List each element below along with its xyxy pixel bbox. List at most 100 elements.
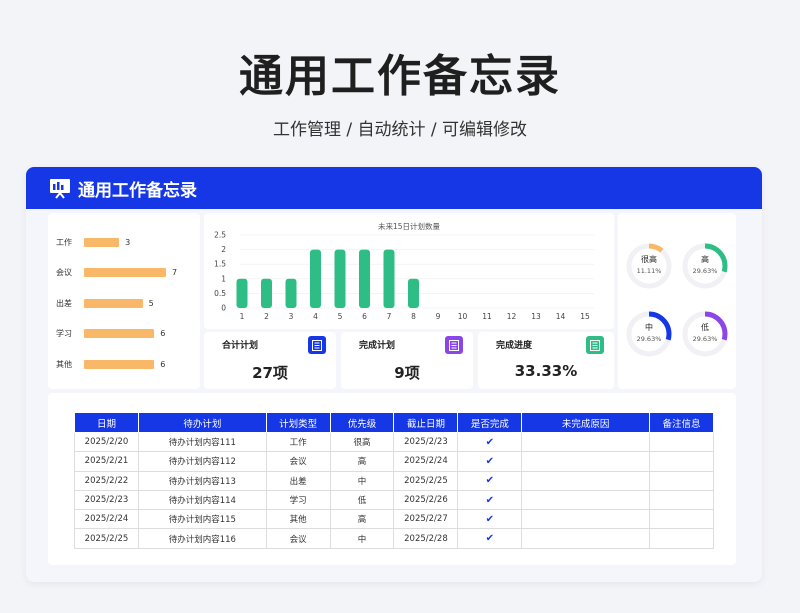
table-cell[interactable]: [649, 431, 714, 453]
completed-check-cell[interactable]: ✔: [457, 509, 523, 530]
column-header[interactable]: 备注信息: [649, 412, 714, 433]
table-cell[interactable]: 会议: [265, 528, 331, 549]
x-tick-label: 10: [458, 312, 468, 321]
column-header[interactable]: 截止日期: [393, 412, 459, 433]
table-cell[interactable]: 2025/2/23: [393, 431, 459, 453]
donut-percent: 29.63%: [692, 335, 718, 343]
column-header[interactable]: 待办计划: [137, 412, 267, 433]
table-cell[interactable]: 2025/2/25: [74, 528, 139, 549]
todo-table-panel: 日期 待办计划 计划类型 优先级 截止日期 是否完成 未完成原因 备注信息 2025/2/20…: [48, 393, 736, 565]
table-cell[interactable]: 待办计划内容112: [137, 451, 267, 472]
donut-label: 中: [645, 323, 653, 332]
memo-card: 通用工作备忘录 工作 3 会议 7 出差 5 学习 6 其他 6 未来15日计划数量 0 0.5 1 1…: [26, 167, 762, 582]
completed-check-cell[interactable]: ✔: [457, 470, 523, 491]
category-bar-row: 其他 6: [56, 359, 165, 369]
column-header[interactable]: 未完成原因: [521, 412, 651, 433]
table-cell[interactable]: 会议: [265, 451, 331, 472]
x-tick-label: 12: [507, 312, 517, 321]
table-cell[interactable]: [521, 509, 651, 530]
table-cell[interactable]: 待办计划内容113: [137, 470, 267, 491]
table-cell[interactable]: [521, 451, 651, 472]
table-cell[interactable]: [521, 431, 651, 453]
table-cell[interactable]: [649, 528, 714, 549]
table-cell[interactable]: 2025/2/23: [74, 489, 139, 511]
table-cell[interactable]: 很高: [329, 431, 395, 453]
table-cell[interactable]: [521, 489, 651, 511]
table-cell[interactable]: [649, 451, 714, 472]
column-header[interactable]: 日期: [74, 412, 139, 433]
column-header[interactable]: 是否完成: [457, 412, 523, 433]
kpi-value: 33.33%: [514, 362, 578, 380]
category-bar-row: 工作 3: [56, 237, 130, 247]
table-cell[interactable]: 待办计划内容115: [137, 509, 267, 530]
table-cell[interactable]: 待办计划内容114: [137, 489, 267, 511]
table-cell[interactable]: 高: [329, 451, 395, 472]
category-bar-label: 工作: [56, 237, 72, 247]
table-cell[interactable]: 其他: [265, 509, 331, 530]
table-row[interactable]: 2025/2/23 待办计划内容114 学习低 2025/2/26 ✔: [74, 489, 714, 511]
table-cell[interactable]: 2025/2/26: [393, 489, 459, 511]
priority-donut-panel: 很高 11.11% 高 29.63% 中 29.63% 低 29.63%: [618, 213, 736, 389]
y-tick-label: 0.5: [214, 289, 226, 298]
table-cell[interactable]: 2025/2/24: [393, 451, 459, 472]
table-cell[interactable]: 低: [329, 489, 395, 511]
table-cell[interactable]: 2025/2/25: [393, 470, 459, 491]
table-row[interactable]: 2025/2/22 待办计划内容113 出差中 2025/2/25 ✔: [74, 470, 714, 491]
table-cell[interactable]: 2025/2/20: [74, 431, 139, 453]
table-cell[interactable]: 2025/2/27: [393, 509, 459, 530]
table-cell[interactable]: 2025/2/28: [393, 528, 459, 549]
kpi-value: 27项: [252, 364, 288, 382]
table-row[interactable]: 2025/2/24 待办计划内容115 其他高 2025/2/27 ✔: [74, 509, 714, 530]
table-cell[interactable]: [521, 528, 651, 549]
table-row[interactable]: 2025/2/25 待办计划内容116 会议中 2025/2/28 ✔: [74, 528, 714, 549]
category-bar: [84, 329, 155, 338]
column-header[interactable]: 优先级: [329, 412, 395, 433]
completed-check-cell[interactable]: ✔: [457, 528, 523, 549]
forecast-chart-panel: 未来15日计划数量 0 0.5 1 1.5 2 2.5 1 2 3 4 5 6 7 8 9 10 11 12 13 1…: [204, 213, 614, 329]
donut-label: 很高: [641, 255, 657, 264]
table-cell[interactable]: [649, 470, 714, 491]
x-tick-label: 13: [531, 312, 541, 321]
page-title: 通用工作备忘录: [239, 51, 561, 102]
column-header[interactable]: 计划类型: [265, 412, 331, 433]
table-row[interactable]: 2025/2/20 待办计划内容111 工作 很高 2025/2/23 ✔: [74, 431, 714, 453]
table-cell[interactable]: 中: [329, 470, 395, 491]
table-cell[interactable]: 待办计划内容111: [137, 431, 267, 453]
table-header-row: 日期 待办计划 计划类型 优先级 截止日期 是否完成 未完成原因 备注信息: [74, 412, 714, 433]
table-cell[interactable]: 2025/2/21: [74, 451, 139, 472]
y-tick-label: 1.5: [214, 260, 226, 269]
todo-table: 日期 待办计划 计划类型 优先级 截止日期 是否完成 未完成原因 备注信息 2025/2/20…: [74, 412, 714, 549]
chart-bar: [383, 249, 395, 308]
completed-check-cell[interactable]: ✔: [457, 451, 523, 472]
completed-check-cell[interactable]: ✔: [457, 431, 523, 453]
category-bar-value: 7: [172, 268, 178, 277]
category-bar-value: 6: [160, 329, 166, 338]
table-cell[interactable]: [649, 489, 714, 511]
table-cell[interactable]: 高: [329, 509, 395, 530]
category-bar-row: 会议 7: [56, 268, 177, 278]
x-tick-label: 3: [289, 312, 294, 321]
checkmark-icon: ✔: [485, 436, 495, 448]
table-cell[interactable]: 出差: [265, 470, 331, 491]
table-cell[interactable]: 工作: [265, 431, 331, 453]
completed-check-cell[interactable]: ✔: [457, 489, 523, 511]
donut-label: 低: [701, 323, 709, 332]
kpi-label: 完成计划: [359, 341, 396, 351]
y-tick-label: 2.5: [214, 231, 226, 240]
chart-bar: [310, 249, 321, 308]
kpi-label: 完成进度: [496, 341, 533, 351]
table-cell[interactable]: [649, 509, 714, 530]
chart-bar: [236, 278, 248, 308]
checkmark-icon: ✔: [485, 533, 495, 545]
table-cell[interactable]: 中: [329, 528, 395, 549]
table-cell[interactable]: 2025/2/24: [74, 509, 139, 530]
table-cell[interactable]: 2025/2/22: [74, 470, 139, 491]
table-row[interactable]: 2025/2/21 待办计划内容112 会议高 2025/2/24 ✔: [74, 451, 714, 472]
donut-label: 高: [701, 255, 709, 264]
table-cell[interactable]: 待办计划内容116: [137, 528, 267, 549]
x-tick-label: 7: [387, 312, 392, 321]
table-cell[interactable]: 学习: [265, 489, 331, 511]
checkmark-icon: ✔: [485, 455, 495, 467]
table-cell[interactable]: [521, 470, 651, 491]
card-header: 通用工作备忘录: [26, 167, 762, 209]
